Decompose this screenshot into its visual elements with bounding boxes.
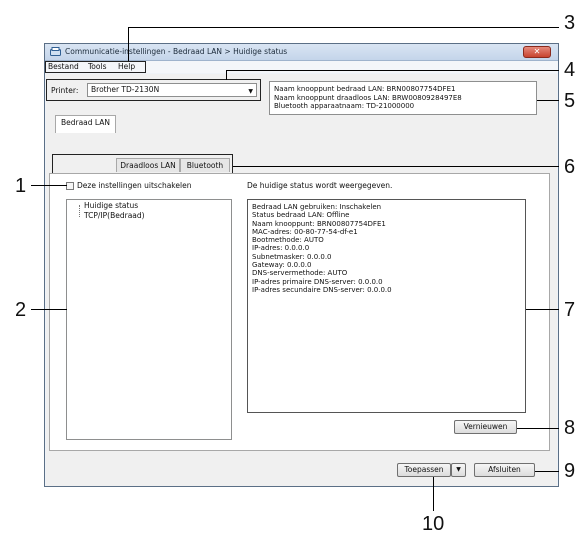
- callout-number-1: 1: [15, 175, 27, 197]
- status-line: Bedraad LAN gebruiken: Inschakelen: [252, 203, 382, 211]
- printer-select[interactable]: Brother TD-2130N ▼: [87, 83, 257, 97]
- callout-leader-3: [128, 27, 559, 28]
- status-textbox: Bedraad LAN gebruiken: Inschakelen Statu…: [247, 199, 526, 413]
- callout-leader-1: [31, 185, 67, 186]
- tab-bluetooth[interactable]: Bluetooth: [180, 158, 230, 172]
- callout-leader-6: [233, 166, 559, 167]
- status-line: MAC-adres: 00-80-77-54-df-e1: [252, 227, 358, 236]
- callout-number-4: 4: [564, 59, 576, 81]
- tab-bedraad-lan[interactable]: Bedraad LAN: [55, 115, 116, 133]
- disable-settings-label: Deze instellingen uitschakelen: [77, 181, 192, 190]
- tree-item-tcpip[interactable]: TCP/IP(Bedraad): [84, 211, 145, 220]
- apply-button[interactable]: Toepassen: [397, 463, 451, 477]
- callout-leader-8: [517, 428, 559, 429]
- disable-settings-checkbox[interactable]: [66, 182, 74, 190]
- title-bar: Communicatie-instellingen - Bedraad LAN …: [45, 44, 558, 61]
- status-line: IP-adres primaire DNS-server: 0.0.0.0: [252, 277, 383, 286]
- status-line: Gateway: 0.0.0.0: [252, 261, 312, 270]
- status-line: Status bedraad LAN: Offline: [252, 211, 350, 220]
- status-line: Naam knooppunt: BRN00807754DFE1: [252, 219, 386, 228]
- close-button[interactable]: Afsluiten: [474, 463, 535, 477]
- callout-number-8: 8: [564, 417, 576, 439]
- close-window-button[interactable]: ✕: [523, 46, 551, 58]
- tab-draadloos-lan[interactable]: Draadloos LAN: [116, 158, 180, 172]
- node-info-box: Naam knooppunt bedraad LAN: BRN00807754D…: [269, 81, 537, 115]
- printer-label: Printer:: [51, 86, 79, 95]
- callout-leader-9: [535, 471, 559, 472]
- status-line: DNS-servermethode: AUTO: [252, 269, 348, 278]
- window-title: Communicatie-instellingen - Bedraad LAN …: [65, 47, 288, 56]
- node-info-line: Bluetooth apparaatnaam: TD-21000000: [274, 102, 415, 110]
- callout-leader-2: [31, 309, 67, 310]
- callout-number-7: 7: [564, 299, 576, 321]
- callout-number-2: 2: [15, 299, 27, 321]
- menu-callout-frame: [45, 61, 146, 73]
- chevron-down-icon: ▼: [456, 466, 461, 473]
- callout-leader-5: [537, 100, 559, 101]
- status-line: IP-adres secundaire DNS-server: 0.0.0.0: [252, 285, 392, 294]
- callout-leader-4: [226, 70, 559, 71]
- status-line: Bootmethode: AUTO: [252, 236, 324, 245]
- callout-number-3: 3: [564, 12, 576, 34]
- node-info-line: Naam knooppunt draadloos LAN: BRW0080928…: [274, 93, 462, 102]
- callout-number-6: 6: [564, 156, 576, 178]
- tree-connector: [79, 205, 83, 217]
- printer-selected-value: Brother TD-2130N: [91, 85, 160, 94]
- tree-item-huidige-status[interactable]: Huidige status: [84, 201, 138, 210]
- settings-tree: [66, 199, 232, 440]
- status-heading: De huidige status wordt weergegeven.: [247, 181, 393, 190]
- chevron-down-icon: ▼: [248, 88, 253, 95]
- callout-leader-10: [433, 477, 434, 511]
- callout-leader-3-drop: [128, 27, 129, 61]
- callout-number-10: 10: [422, 513, 445, 535]
- callout-leader-7: [526, 309, 559, 310]
- callout-leader-4-drop: [226, 70, 227, 80]
- refresh-button[interactable]: Vernieuwen: [454, 420, 517, 434]
- apply-dropdown-button[interactable]: ▼: [451, 463, 466, 477]
- status-line: IP-adres: 0.0.0.0: [252, 244, 310, 253]
- callout-number-5: 5: [564, 90, 576, 112]
- app-icon: [50, 47, 61, 56]
- status-line: Subnetmasker: 0.0.0.0: [252, 252, 332, 261]
- callout-number-9: 9: [564, 460, 576, 482]
- node-info-line: Naam knooppunt bedraad LAN: BRN00807754D…: [274, 85, 456, 93]
